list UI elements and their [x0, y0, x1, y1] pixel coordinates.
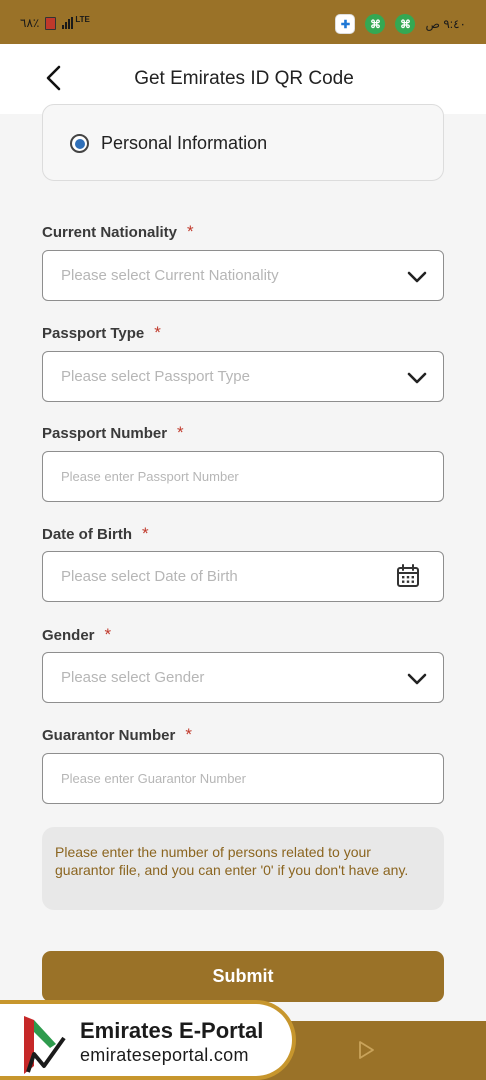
required-mark: * — [187, 222, 194, 241]
date-of-birth-picker[interactable]: Please select Date of Birth — [42, 551, 444, 602]
field-label-passport-number: Passport Number * — [42, 423, 184, 443]
status-left: ٦٨٪ LTE — [20, 14, 90, 31]
status-bar: ٦٨٪ LTE ✚ ⌘ ⌘ ٩:٤٠ ص — [0, 0, 486, 44]
placeholder-text: Please select Gender — [61, 669, 205, 686]
submit-button[interactable]: Submit — [42, 951, 444, 1002]
label-text: Current Nationality — [42, 224, 178, 241]
gender-select[interactable]: Please select Gender — [42, 652, 444, 703]
clock: ٩:٤٠ ص — [425, 17, 466, 31]
placeholder-text: Please select Date of Birth — [61, 568, 238, 585]
required-mark: * — [104, 625, 112, 644]
chevron-down-icon — [407, 271, 427, 283]
placeholder-text: Please select Passport Type — [61, 368, 250, 385]
field-label-gender: Gender * — [42, 625, 111, 645]
network-type: LTE — [75, 14, 90, 24]
status-right: ✚ ⌘ ⌘ ٩:٤٠ ص — [335, 14, 466, 34]
placeholder-text: Please select Current Nationality — [61, 267, 279, 284]
emirates-eportal-logo-icon — [24, 1016, 66, 1074]
required-mark: * — [142, 524, 149, 543]
placeholder-text: Please enter Passport Number — [61, 469, 239, 484]
applicant-type-card: Personal Information — [42, 104, 444, 181]
field-label-date-of-birth: Date of Birth * — [42, 524, 149, 544]
play-icon[interactable] — [356, 1040, 376, 1060]
battery-icon — [45, 16, 57, 30]
passport-number-input[interactable]: Please enter Passport Number — [42, 451, 444, 502]
placeholder-text: Please enter Guarantor Number — [61, 771, 246, 786]
page-title: Get Emirates ID QR Code — [134, 68, 354, 89]
guarantor-help-note: Please enter the number of persons relat… — [42, 827, 444, 910]
current-nationality-select[interactable]: Please select Current Nationality — [42, 250, 444, 301]
watermark-subtitle: emirateseportal.com — [80, 1045, 249, 1065]
required-mark: * — [185, 725, 192, 744]
label-text: Guarantor Number — [42, 727, 176, 744]
required-mark: * — [177, 423, 184, 442]
field-label-guarantor-number: Guarantor Number * — [42, 725, 192, 745]
notification-app-icon: ⌘ — [365, 14, 386, 34]
label-text: Date of Birth — [42, 526, 132, 543]
personal-information-radio[interactable] — [70, 134, 89, 153]
notification-app-icon-2: ⌘ — [395, 14, 416, 34]
field-label-current-nationality: Current Nationality * — [42, 222, 194, 242]
guarantor-number-input[interactable]: Please enter Guarantor Number — [42, 753, 444, 804]
signal-icon — [62, 17, 74, 29]
calendar-icon[interactable] — [395, 563, 421, 589]
watermark-title: Emirates E-Portal — [80, 1018, 264, 1043]
chevron-down-icon — [407, 673, 427, 685]
chevron-down-icon — [407, 372, 427, 384]
battery-percentage: ٦٨٪ — [20, 16, 40, 30]
watermark-logo: Emirates E-Portal emirateseportal.com — [0, 1000, 296, 1080]
label-text: Passport Type — [42, 325, 145, 342]
label-text: Gender — [42, 627, 95, 644]
passport-type-select[interactable]: Please select Passport Type — [42, 351, 444, 402]
required-mark: * — [154, 323, 161, 342]
field-label-passport-type: Passport Type * — [42, 323, 161, 343]
shield-app-icon: ✚ — [335, 14, 356, 34]
radio-label: Personal Information — [101, 133, 268, 153]
label-text: Passport Number — [42, 425, 168, 442]
